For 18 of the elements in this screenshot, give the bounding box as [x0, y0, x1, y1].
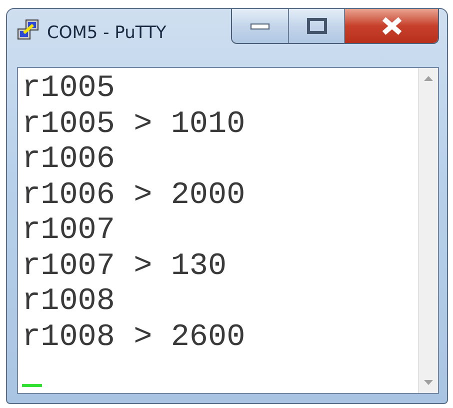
terminal-line: r1005 > 1010 [22, 106, 246, 142]
scroll-up-icon [424, 76, 433, 81]
terminal-line: r1008 [22, 284, 116, 320]
terminal-line: r1006 [22, 142, 116, 178]
scrollbar[interactable] [418, 68, 438, 393]
minimize-button[interactable] [232, 9, 288, 43]
minimize-icon [250, 22, 270, 30]
terminal-line: r1007 [22, 213, 116, 248]
window-title: COM5 - PuTTY [47, 23, 166, 43]
scroll-down-icon [424, 380, 433, 385]
terminal-line: r1007 > 130 [22, 248, 228, 284]
terminal-line: r1006 > 2000 [22, 178, 246, 213]
terminal-line: r1008 > 2600 [22, 320, 246, 355]
maximize-icon [306, 18, 326, 34]
close-button[interactable] [344, 9, 438, 43]
close-icon [380, 17, 404, 35]
terminal-line: r1005 [22, 71, 116, 106]
maximize-button[interactable] [288, 9, 344, 43]
